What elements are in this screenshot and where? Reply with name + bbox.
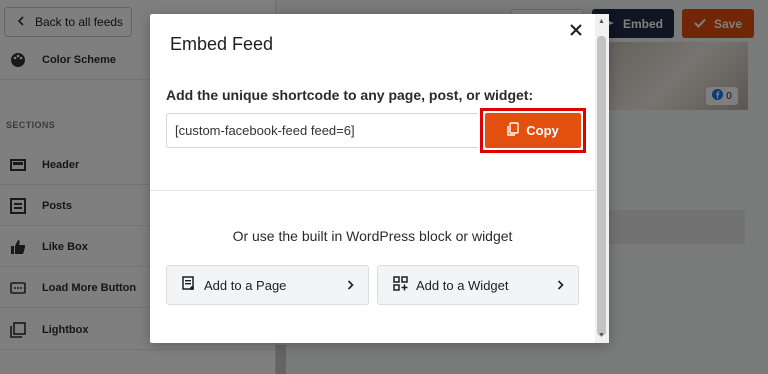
close-icon: [570, 23, 582, 41]
shortcode-input[interactable]: [166, 113, 478, 148]
scroll-up-arrow-icon[interactable]: ▲: [598, 18, 605, 25]
copy-button[interactable]: Copy: [485, 113, 581, 148]
modal-scrollbar-thumb[interactable]: [597, 36, 606, 336]
copy-icon: [507, 122, 519, 139]
modal-divider: [150, 190, 595, 191]
add-to-page-label: Add to a Page: [204, 277, 287, 293]
add-to-widget-label: Add to a Widget: [416, 277, 509, 293]
shortcode-instructions: Add the unique shortcode to any page, po…: [166, 87, 534, 103]
add-to-page-button[interactable]: Add to a Page: [166, 265, 369, 305]
chevron-right-icon: [557, 280, 564, 290]
modal-title: Embed Feed: [170, 34, 274, 54]
page-add-icon: [182, 276, 196, 294]
alternative-instructions: Or use the built in WordPress block or w…: [232, 228, 513, 244]
close-button[interactable]: [566, 22, 586, 42]
add-to-widget-button[interactable]: Add to a Widget: [377, 265, 579, 305]
chevron-right-icon: [347, 280, 354, 290]
widget-grid-icon: [393, 276, 408, 294]
scroll-down-arrow-icon[interactable]: ▼: [598, 332, 605, 339]
embed-feed-modal: Embed Feed ▲ ▼ Add the unique shortcode …: [150, 14, 609, 343]
copy-label: Copy: [526, 123, 559, 138]
